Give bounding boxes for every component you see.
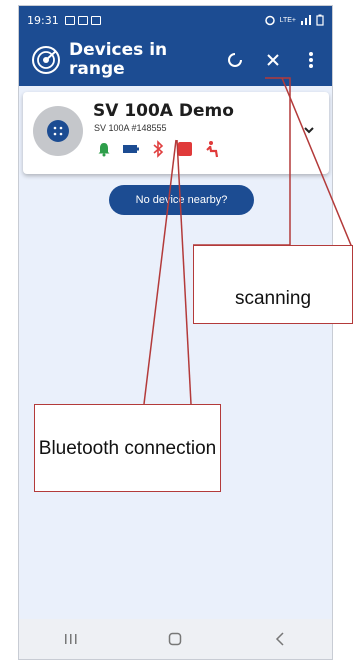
device-name: SV 100A Demo (93, 101, 234, 121)
no-device-button[interactable]: No device nearby? (109, 185, 254, 215)
scanning-callout: scanning (193, 245, 353, 324)
page-title: Devices in range (69, 40, 168, 79)
alarm-icon (264, 15, 275, 26)
bell-icon (95, 140, 113, 158)
message-icon (90, 15, 101, 25)
stop-square-icon (176, 140, 194, 158)
person-seated-icon (203, 140, 221, 158)
bluetooth-icon (149, 140, 167, 158)
status-time: 19:31 (27, 13, 59, 27)
home-icon[interactable] (155, 624, 195, 654)
mail-icon (77, 15, 88, 25)
bluetooth-callout: Bluetooth connection (34, 404, 221, 492)
battery-icon (122, 140, 140, 158)
refresh-spinner-icon[interactable] (224, 49, 246, 71)
chevron-down-icon[interactable] (301, 122, 317, 138)
radar-icon (32, 46, 60, 74)
app-bar: Devices in range (19, 34, 332, 86)
device-status-icons (95, 140, 221, 158)
signal-icon (301, 15, 311, 25)
gallery-icon (64, 15, 75, 25)
back-icon[interactable] (260, 624, 300, 654)
device-avatar (33, 106, 83, 156)
network-type-label: LTE+ (279, 16, 296, 24)
phone-screen: 19:31 LTE+ Devices in range SV 100A Demo… (18, 5, 333, 660)
notification-icons (64, 15, 101, 25)
device-card[interactable]: SV 100A Demo SV 100A #148555 (23, 92, 329, 174)
close-icon[interactable] (262, 49, 284, 71)
more-vert-icon[interactable] (300, 49, 322, 71)
device-logo-icon (47, 120, 69, 142)
system-icons: LTE+ (264, 14, 324, 26)
system-nav-bar (19, 619, 332, 659)
battery-status-icon (316, 14, 324, 26)
device-serial: SV 100A #148555 (94, 123, 167, 133)
recent-apps-icon[interactable] (51, 624, 91, 654)
status-bar: 19:31 LTE+ (19, 6, 332, 34)
